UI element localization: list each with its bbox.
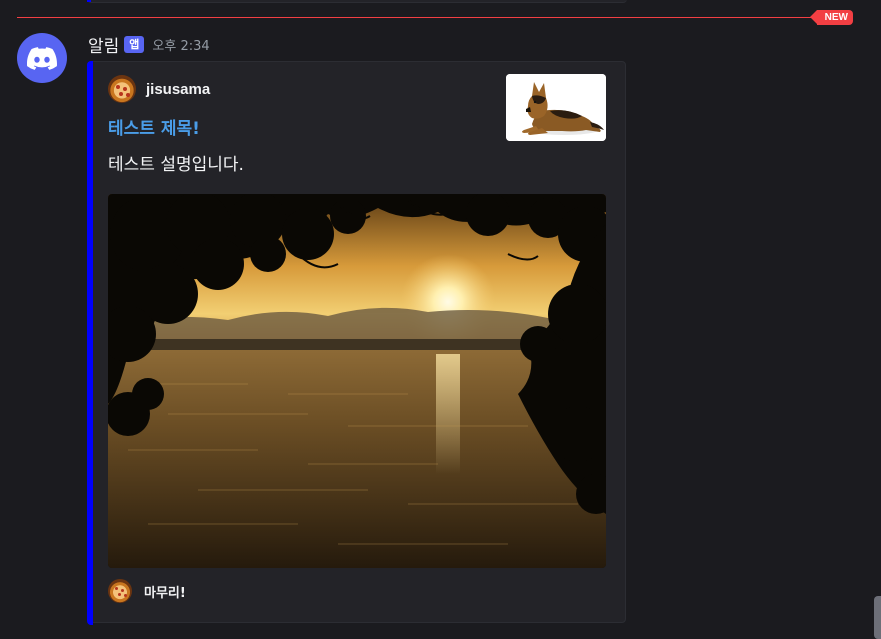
embed-footer-text: 마무리! bbox=[144, 585, 186, 601]
embed-author-name: jisusama bbox=[146, 80, 211, 98]
embed-title-link[interactable]: 테스트 제목! bbox=[108, 114, 200, 139]
previous-embed bbox=[87, 0, 627, 3]
lake-sunset-image bbox=[108, 194, 606, 568]
app-tag: 앱 bbox=[124, 35, 145, 53]
chat-view: NEW 알림 앱 오후 2:34 jisusama 테스트 제목! 테스트 설명… bbox=[0, 0, 881, 639]
pizza-avatar-icon bbox=[108, 75, 136, 103]
embed-accent-bar bbox=[87, 61, 93, 625]
embed-author: jisusama bbox=[108, 75, 210, 103]
pizza-icon bbox=[108, 579, 132, 603]
new-messages-divider bbox=[17, 17, 817, 18]
scrollbar-thumb[interactable] bbox=[874, 596, 881, 639]
new-badge: NEW bbox=[809, 10, 853, 25]
message-header: 알림 앱 오후 2:34 bbox=[88, 32, 210, 57]
embed-description: 테스트 설명입니다. bbox=[108, 155, 244, 175]
previous-embed-accent-bar bbox=[87, 0, 91, 2]
username[interactable]: 알림 bbox=[88, 32, 119, 57]
timestamp[interactable]: 오후 2:34 bbox=[152, 35, 209, 54]
embed-thumbnail[interactable] bbox=[506, 74, 606, 141]
embed: jisusama 테스트 제목! 테스트 설명입니다. 마무리! bbox=[87, 61, 626, 625]
embed-footer: 마무리! bbox=[108, 579, 186, 603]
german-shepherd-dog-image bbox=[506, 74, 606, 141]
discord-logo-icon bbox=[27, 46, 57, 70]
avatar[interactable] bbox=[17, 33, 67, 83]
embed-image[interactable] bbox=[108, 194, 606, 568]
